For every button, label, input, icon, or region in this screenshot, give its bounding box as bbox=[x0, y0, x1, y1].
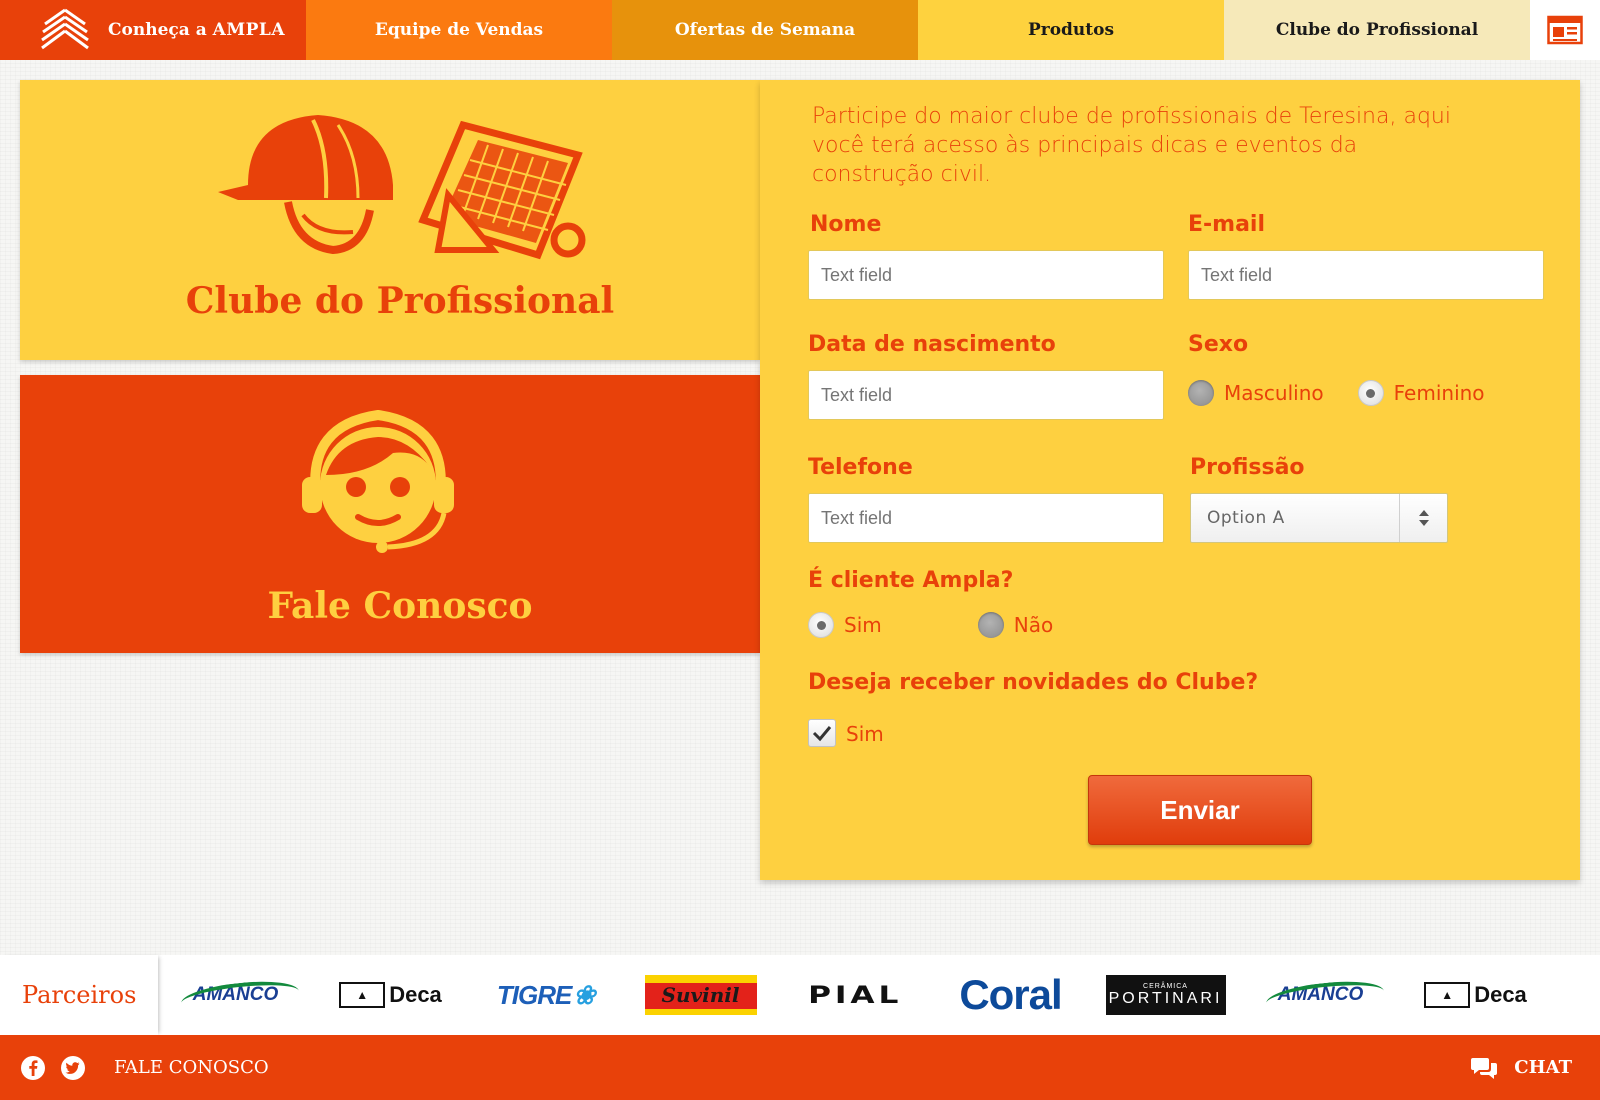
chat-bubbles-icon bbox=[1471, 1057, 1498, 1079]
masculino-label: Masculino bbox=[1224, 381, 1324, 405]
nao-label: Não bbox=[1013, 613, 1054, 637]
nome-label: Nome bbox=[810, 212, 882, 237]
news-button[interactable] bbox=[1530, 0, 1600, 60]
top-navigation: Conheça a AMPLA Equipe de Vendas Ofertas… bbox=[0, 0, 1600, 60]
newspaper-icon bbox=[1547, 15, 1583, 45]
paw-icon: ❀ bbox=[573, 979, 595, 1010]
clube-do-profissional-card: Clube do Profissional bbox=[20, 80, 760, 360]
enviar-button[interactable]: Enviar bbox=[1088, 775, 1312, 845]
deca-wordmark: ▲ Deca bbox=[339, 982, 442, 1008]
blueprint-icon bbox=[418, 120, 586, 260]
coral-wordmark: Coral bbox=[959, 971, 1062, 1018]
rhino-icon: ▲ bbox=[1424, 982, 1471, 1008]
novidades-label: Deseja receber novidades do Clube? bbox=[808, 670, 1259, 695]
nome-input[interactable] bbox=[808, 250, 1164, 300]
portinari-wordmark: CERÂMICA PORTINARI bbox=[1105, 975, 1226, 1015]
fale-conosco-card[interactable]: Fale Conosco bbox=[20, 375, 760, 653]
partners-bar: Parceiros AMANCO ▲ Deca TIGRE❀ Suvinil PI… bbox=[0, 955, 1600, 1035]
sexo-option-feminino[interactable]: Feminino bbox=[1357, 380, 1485, 406]
chat-button[interactable]: CHAT bbox=[1470, 1055, 1572, 1081]
chat-label: CHAT bbox=[1514, 1057, 1572, 1078]
telefone-label: Telefone bbox=[808, 455, 913, 480]
partner-logo-coral[interactable]: Coral bbox=[933, 955, 1088, 1035]
select-arrows-icon bbox=[1399, 494, 1447, 542]
brand-label: Conheça a AMPLA bbox=[108, 20, 286, 40]
facebook-icon[interactable] bbox=[20, 1055, 46, 1081]
sexo-radio-group: Masculino Feminino bbox=[1188, 380, 1519, 406]
partner-logo-amanco[interactable]: AMANCO bbox=[158, 955, 313, 1035]
cliente-option-nao[interactable]: Não bbox=[977, 612, 1054, 638]
nav-produtos[interactable]: Produtos bbox=[918, 0, 1224, 60]
nav-equipe-de-vendas[interactable]: Equipe de Vendas bbox=[306, 0, 612, 60]
cliente-radio-group: Sim Não bbox=[808, 612, 1087, 638]
sexo-option-masculino[interactable]: Masculino bbox=[1188, 380, 1324, 406]
intro-text: Participe do maior clube de profissionai… bbox=[812, 104, 1451, 187]
nascimento-input[interactable] bbox=[808, 370, 1164, 420]
amanco-wordmark: AMANCO bbox=[1266, 980, 1376, 1010]
footer-bar: FALE CONOSCO CHAT bbox=[0, 1035, 1600, 1100]
novidades-sim-label: Sim bbox=[846, 722, 884, 746]
telefone-input[interactable] bbox=[808, 493, 1164, 543]
headset-support-icon bbox=[302, 409, 454, 553]
partner-logo-suvinil[interactable]: Suvinil bbox=[623, 955, 778, 1035]
nascimento-label: Data de nascimento bbox=[808, 332, 1056, 357]
checkmark-icon bbox=[812, 726, 832, 742]
radio-unselected[interactable] bbox=[977, 612, 1004, 638]
sim-label: Sim bbox=[844, 613, 882, 637]
profissao-selected-value: Option A bbox=[1207, 508, 1285, 528]
tigre-wordmark: TIGRE❀ bbox=[496, 979, 595, 1010]
partner-logo-deca-2[interactable]: ▲ Deca bbox=[1398, 955, 1553, 1035]
nav-brand-conheca-ampla[interactable]: Conheça a AMPLA bbox=[0, 0, 306, 60]
radio-unselected[interactable] bbox=[1188, 380, 1214, 406]
novidades-checkbox[interactable] bbox=[808, 719, 836, 747]
cliente-option-sim[interactable]: Sim bbox=[808, 612, 882, 638]
amanco-wordmark: AMANCO bbox=[181, 980, 291, 1010]
twitter-icon[interactable] bbox=[60, 1055, 86, 1081]
hard-hat-icon bbox=[218, 115, 393, 255]
email-label: E-mail bbox=[1188, 212, 1266, 237]
building-logo-icon bbox=[41, 8, 89, 50]
professional-icons bbox=[218, 115, 586, 260]
sexo-label: Sexo bbox=[1188, 332, 1249, 357]
footer-fale-conosco-link[interactable]: FALE CONOSCO bbox=[114, 1057, 269, 1078]
suvinil-wordmark: Suvinil bbox=[644, 975, 757, 1015]
radio-selected[interactable] bbox=[808, 612, 834, 638]
partner-logo-tigre[interactable]: TIGRE❀ bbox=[468, 955, 623, 1035]
pial-wordmark: PIAL bbox=[808, 981, 903, 1009]
deca-wordmark: ▲ Deca bbox=[1424, 982, 1527, 1008]
signup-form-panel: Participe do maior clube de profissionai… bbox=[760, 80, 1580, 880]
cliente-label: É cliente Ampla? bbox=[808, 568, 1014, 593]
rhino-icon: ▲ bbox=[339, 982, 386, 1008]
email-input[interactable] bbox=[1188, 250, 1544, 300]
clube-card-title: Clube do Profissional bbox=[185, 280, 615, 322]
profissao-select[interactable]: Option A bbox=[1190, 493, 1448, 543]
feminino-label: Feminino bbox=[1393, 381, 1485, 405]
profissao-label: Profissão bbox=[1190, 455, 1305, 480]
nav-ofertas-de-semana[interactable]: Ofertas de Semana bbox=[612, 0, 918, 60]
partners-label: Parceiros bbox=[0, 955, 158, 1035]
radio-selected[interactable] bbox=[1357, 380, 1384, 406]
partner-logo-amanco-2[interactable]: AMANCO bbox=[1243, 955, 1398, 1035]
partner-logo-portinari[interactable]: CERÂMICA PORTINARI bbox=[1088, 955, 1243, 1035]
partner-logo-pial[interactable]: PIAL bbox=[778, 955, 933, 1035]
partner-logo-deca[interactable]: ▲ Deca bbox=[313, 955, 468, 1035]
nav-clube-do-profissional[interactable]: Clube do Profissional bbox=[1224, 0, 1530, 60]
fale-card-title: Fale Conosco bbox=[267, 585, 533, 627]
